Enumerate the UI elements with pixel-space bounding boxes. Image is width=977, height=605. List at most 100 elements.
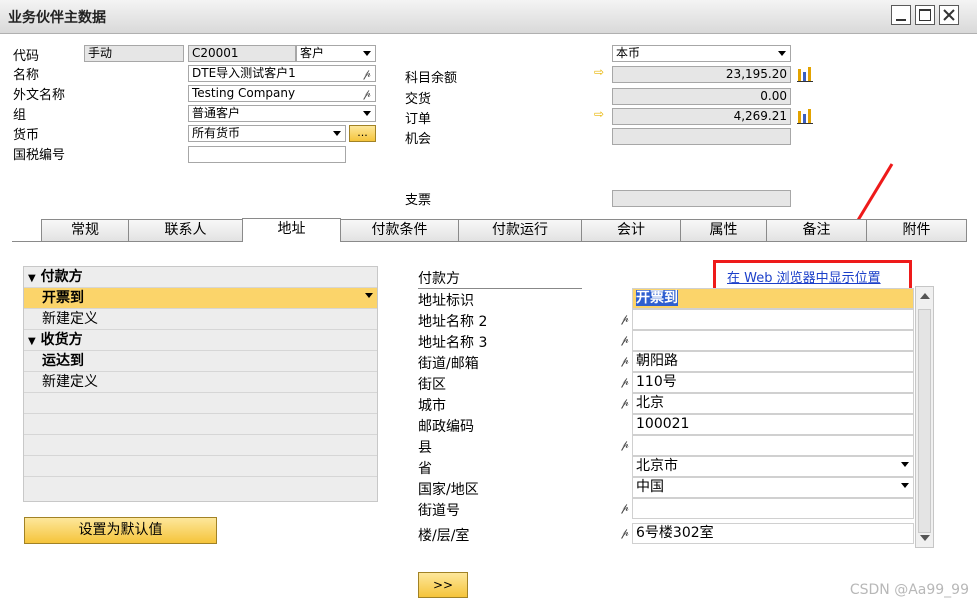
order-field: 4,269.21 <box>612 108 791 125</box>
list-item-new-bill[interactable]: 新建定义 <box>24 309 377 330</box>
delivery-field: 0.00 <box>612 88 791 105</box>
key-icon: 𝓅 <box>621 526 629 539</box>
foreign-name-field[interactable]: Testing Company 𝓅 <box>188 85 376 102</box>
list-item-ship-to[interactable]: 运达到 <box>24 351 377 372</box>
balance-currency-select[interactable]: 本币 <box>612 45 791 62</box>
minimize-button[interactable] <box>891 5 911 25</box>
tab-properties[interactable]: 属性 <box>680 219 767 241</box>
check-label: 支票 <box>405 193 432 208</box>
row-address-id: 地址标识 开票到 <box>418 288 914 309</box>
code-mode-field[interactable]: 手动 <box>84 45 184 62</box>
scroll-down-icon[interactable] <box>920 535 930 541</box>
bp-type-value: 客户 <box>300 46 325 60</box>
row-label: 城市 <box>418 398 446 414</box>
list-item-bill-to[interactable]: 开票到 <box>24 288 377 309</box>
maximize-button[interactable] <box>915 5 935 25</box>
street-no-field[interactable] <box>632 498 914 519</box>
minimize-icon <box>896 19 906 21</box>
address-name2-field[interactable] <box>632 309 914 330</box>
bp-type-select[interactable]: 客户 <box>296 45 376 62</box>
order-label: 订单 <box>405 112 432 127</box>
row-label: 楼/层/室 <box>418 528 470 544</box>
name-field[interactable]: DTE导入测试客户1 𝓅 <box>188 65 376 82</box>
state-select[interactable]: 北京市 <box>632 456 914 477</box>
link-arrow-icon[interactable]: ⇨ <box>594 65 604 79</box>
county-field[interactable] <box>632 435 914 456</box>
row-address-name2: 地址名称 2 𝓅 <box>418 309 914 330</box>
tab-remarks[interactable]: 备注 <box>766 219 867 241</box>
city-field[interactable]: 北京 <box>632 393 914 414</box>
title-bar: 业务伙伴主数据 <box>0 0 977 34</box>
list-item-empty <box>24 435 377 456</box>
list-item-new-ship[interactable]: 新建定义 <box>24 372 377 393</box>
tab-contacts[interactable]: 联系人 <box>128 219 243 241</box>
row-label: 邮政编码 <box>418 419 474 435</box>
list-item-empty <box>24 414 377 435</box>
key-icon: 𝓅 <box>621 438 629 451</box>
address-tree: ▼ 付款方 开票到 新建定义 ▼ 收货方 运达到 新建定义 <box>23 266 378 502</box>
address-id-field[interactable]: 开票到 <box>632 288 914 309</box>
block-field[interactable]: 110号 <box>632 372 914 393</box>
row-label: 国家/地区 <box>418 482 479 498</box>
row-label: 地址标识 <box>418 293 474 309</box>
row-label: 街道/邮箱 <box>418 356 479 372</box>
key-icon: 𝓅 <box>621 354 629 367</box>
group-select[interactable]: 普通客户 <box>188 105 376 122</box>
key-icon: 𝓅 <box>621 312 629 325</box>
detail-scrollbar[interactable] <box>915 286 934 548</box>
currency-browse-button[interactable]: ... <box>349 125 376 142</box>
tab-general[interactable]: 常规 <box>41 219 129 241</box>
tab-accounting[interactable]: 会计 <box>581 219 681 241</box>
zip-field[interactable]: 100021 <box>632 414 914 435</box>
scroll-thumb[interactable] <box>918 309 931 533</box>
web-location-link[interactable]: 在 Web 浏览器中显示位置 <box>727 267 881 286</box>
maximize-icon <box>919 9 931 21</box>
row-street-no: 街道号 𝓅 <box>418 498 914 519</box>
list-item-ship-group[interactable]: ▼ 收货方 <box>24 330 377 351</box>
currency-select[interactable]: 所有货币 <box>188 125 346 142</box>
tab-payment-terms[interactable]: 付款条件 <box>340 219 459 241</box>
set-default-button[interactable]: 设置为默认值 <box>24 517 217 544</box>
bar-chart-icon[interactable] <box>797 108 813 124</box>
tax-id-field[interactable] <box>188 146 346 163</box>
row-country: 国家/地区 中国 <box>418 477 914 498</box>
code-field[interactable]: C20001 <box>188 45 296 62</box>
row-label: 县 <box>418 440 432 456</box>
street-field[interactable]: 朝阳路 <box>632 351 914 372</box>
tab-strip: 常规 联系人 地址 付款条件 付款运行 会计 属性 备注 附件 <box>12 218 967 242</box>
list-item-empty <box>24 456 377 477</box>
key-icon: 𝓅 <box>363 87 371 100</box>
name-label: 名称 <box>13 68 40 83</box>
row-city: 城市 𝓅 北京 <box>418 393 914 414</box>
row-label: 地址名称 3 <box>418 335 488 351</box>
row-label: 街区 <box>418 377 446 393</box>
row-street: 街道/邮箱 𝓅 朝阳路 <box>418 351 914 372</box>
country-select[interactable]: 中国 <box>632 477 914 498</box>
section-title: 付款方 <box>418 268 582 289</box>
list-item-empty <box>24 393 377 414</box>
row-address-name3: 地址名称 3 𝓅 <box>418 330 914 351</box>
row-state: 省 北京市 <box>418 456 914 477</box>
tax-id-label: 国税编号 <box>13 148 66 163</box>
building-field[interactable]: 6号楼302室 <box>632 523 914 544</box>
tab-payment-run[interactable]: 付款运行 <box>458 219 582 241</box>
tab-address[interactable]: 地址 <box>242 218 341 242</box>
row-label: 街道号 <box>418 503 460 519</box>
next-button[interactable]: >> <box>418 572 468 598</box>
row-building: 楼/层/室 𝓅 6号楼302室 <box>418 523 914 544</box>
currency-value: 所有货币 <box>192 126 241 140</box>
bar-chart-icon[interactable] <box>797 66 813 82</box>
delivery-label: 交货 <box>405 92 432 107</box>
code-label: 代码 <box>13 49 40 64</box>
link-arrow-icon[interactable]: ⇨ <box>594 107 604 121</box>
scroll-up-icon[interactable] <box>920 293 930 299</box>
close-button[interactable] <box>939 5 959 25</box>
tab-attachments[interactable]: 附件 <box>866 219 967 241</box>
address-name3-field[interactable] <box>632 330 914 351</box>
key-icon: 𝓅 <box>621 396 629 409</box>
currency-label: 货币 <box>13 128 40 143</box>
row-zip: 邮政编码 100021 <box>418 414 914 435</box>
list-item-bill-group[interactable]: ▼ 付款方 <box>24 267 377 288</box>
check-field <box>612 190 791 207</box>
list-item-empty <box>24 477 377 498</box>
